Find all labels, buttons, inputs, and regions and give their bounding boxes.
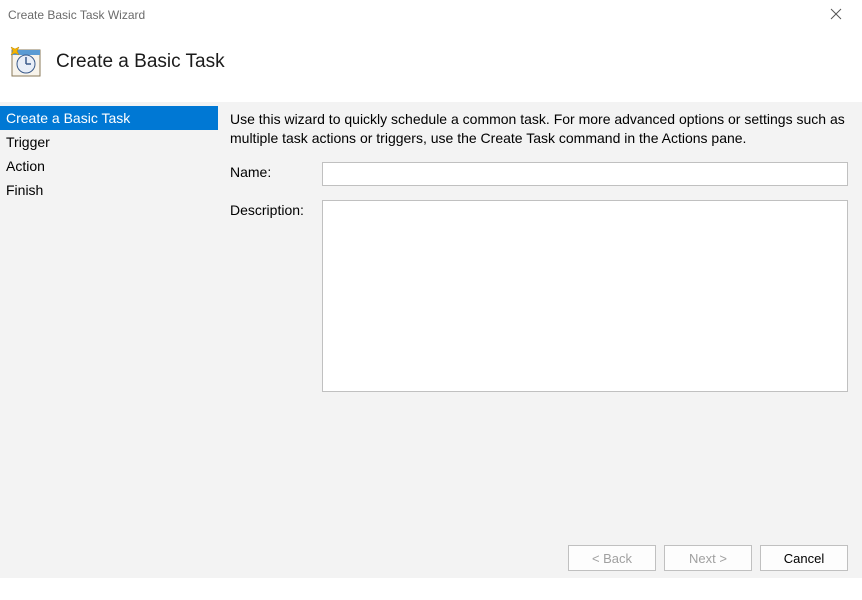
sidebar-item-finish[interactable]: Finish [0,178,218,202]
wizard-header: Create a Basic Task [0,30,862,102]
close-icon[interactable] [824,7,848,23]
page-title: Create a Basic Task [56,51,225,73]
name-label: Name: [230,162,322,180]
wizard-steps-sidebar: Create a Basic Task Trigger Action Finis… [0,102,218,538]
window-title: Create Basic Task Wizard [8,8,145,22]
next-button[interactable]: Next > [664,545,752,571]
wizard-content: Create a Basic Task Trigger Action Finis… [0,102,862,538]
titlebar: Create Basic Task Wizard [0,0,862,30]
description-row: Description: [230,200,848,392]
name-input[interactable] [322,162,848,186]
sidebar-item-create-basic-task[interactable]: Create a Basic Task [0,106,218,130]
description-textarea[interactable] [322,200,848,392]
back-button[interactable]: < Back [568,545,656,571]
wizard-footer: < Back Next > Cancel [0,538,862,578]
intro-text: Use this wizard to quickly schedule a co… [230,110,848,148]
cancel-button[interactable]: Cancel [760,545,848,571]
sidebar-item-action[interactable]: Action [0,154,218,178]
sidebar-item-trigger[interactable]: Trigger [0,130,218,154]
wizard-main-panel: Use this wizard to quickly schedule a co… [218,102,862,538]
description-label: Description: [230,200,322,218]
clock-wizard-icon [8,44,44,80]
name-row: Name: [230,162,848,186]
